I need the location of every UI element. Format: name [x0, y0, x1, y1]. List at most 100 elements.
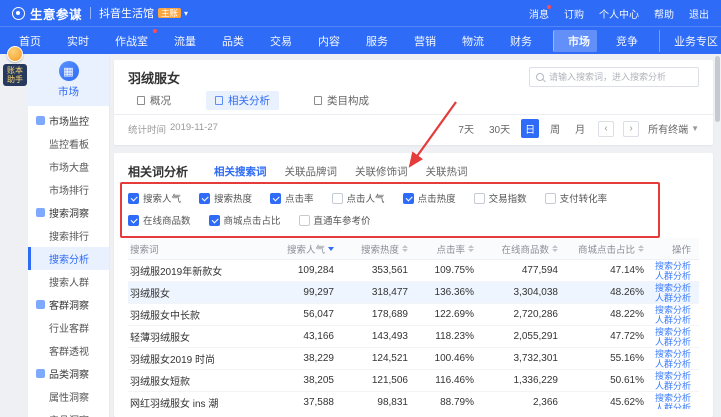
terminal-filter-dropdown[interactable]: 所有终端 ▼: [648, 121, 699, 136]
analysis-tab[interactable]: 关联修饰词: [355, 164, 408, 179]
sidebar-item[interactable]: 监控看板: [28, 132, 109, 155]
row-actions: 搜索分析 人群分析: [652, 393, 699, 410]
table-body: 羽绒服2019年新款女 109,284 353,561 109.75% 477,…: [128, 260, 699, 409]
shop-name[interactable]: 抖音生活馆: [99, 5, 154, 21]
search-analysis-link[interactable]: 搜索分析: [655, 283, 691, 293]
analysis-tab[interactable]: 关联品牌词: [285, 164, 338, 179]
table-row[interactable]: 轻薄羽绒服女 43,166 143,493 118.23% 2,055,291 …: [128, 326, 699, 348]
metric-checkbox[interactable]: 商城点击占比: [209, 213, 281, 227]
nav-item[interactable]: 作战室: [108, 30, 155, 52]
column-header[interactable]: 在线商品数: [482, 242, 566, 256]
table-row[interactable]: 网红羽绒服女 ins 潮 37,588 98,831 88.79% 2,366 …: [128, 392, 699, 409]
page-tab[interactable]: 相关分析: [206, 91, 279, 110]
crowd-analysis-link[interactable]: 人群分析: [655, 337, 691, 347]
nav-item[interactable]: 业务专区: [659, 30, 721, 52]
chevron-down-icon[interactable]: ▾: [184, 9, 188, 18]
column-header[interactable]: 搜索词: [128, 242, 268, 256]
page-tab[interactable]: 概况: [128, 91, 180, 110]
sidebar-item[interactable]: 搜索洞察: [28, 201, 109, 224]
metric-checkbox[interactable]: 点击人气: [332, 191, 385, 205]
date-range-button[interactable]: 月: [571, 119, 589, 138]
column-header[interactable]: 操作: [652, 242, 699, 256]
sidebar-item[interactable]: 行业客群: [28, 316, 109, 339]
date-range-button[interactable]: 日: [521, 119, 539, 138]
date-range-button[interactable]: 7天: [454, 119, 478, 138]
nav-item[interactable]: 内容: [311, 30, 347, 52]
topbar-link[interactable]: 帮助: [654, 6, 674, 21]
table-row[interactable]: 羽绒服女中长款 56,047 178,689 122.69% 2,720,286…: [128, 304, 699, 326]
search-analysis-link[interactable]: 搜索分析: [655, 327, 691, 337]
column-header[interactable]: 商城点击占比: [566, 242, 652, 256]
topbar-link[interactable]: 退出: [689, 6, 709, 21]
floating-assistant[interactable]: 账本助手: [2, 46, 28, 86]
nav-item[interactable]: 实时: [60, 30, 96, 52]
column-header[interactable]: 搜索热度: [342, 242, 416, 256]
analysis-tab[interactable]: 相关搜索词: [214, 164, 267, 179]
sidebar-item[interactable]: 搜索分析: [28, 247, 109, 270]
scrollbar-thumb[interactable]: [715, 56, 720, 122]
search-analysis-link[interactable]: 搜索分析: [655, 261, 691, 271]
crowd-analysis-link[interactable]: 人群分析: [655, 359, 691, 369]
crowd-analysis-link[interactable]: 人群分析: [655, 293, 691, 303]
metric-checkbox[interactable]: 直通车参考价: [299, 213, 371, 227]
crowd-analysis-link[interactable]: 人群分析: [655, 315, 691, 325]
table-row[interactable]: 羽绒服2019年新款女 109,284 353,561 109.75% 477,…: [128, 260, 699, 282]
nav-item[interactable]: 流量: [167, 30, 203, 52]
table-row[interactable]: 羽绒服女 99,297 318,477 136.36% 3,304,038 48…: [128, 282, 699, 304]
nav-item[interactable]: 品类: [215, 30, 251, 52]
prev-date-button[interactable]: ‹: [598, 121, 614, 137]
nav-item[interactable]: 营销: [407, 30, 443, 52]
sidebar-item[interactable]: 客群透视: [28, 339, 109, 362]
app-logo[interactable]: 生意参谋: [30, 4, 82, 23]
online-items-cell: 2,055,291: [482, 331, 566, 342]
sidebar-item[interactable]: 市场大盘: [28, 155, 109, 178]
analysis-tab[interactable]: 关联热词: [426, 164, 468, 179]
search-analysis-link[interactable]: 搜索分析: [655, 371, 691, 381]
module-switcher[interactable]: ▦ 市场: [28, 54, 109, 106]
sidebar-item-label: 市场大盘: [49, 159, 89, 174]
nav-item[interactable]: 服务: [359, 30, 395, 52]
sidebar-item[interactable]: 品类洞察: [28, 362, 109, 385]
sidebar-item[interactable]: 客群洞察: [28, 293, 109, 316]
sidebar-item-label: 搜索分析: [49, 251, 89, 266]
crowd-analysis-link[interactable]: 人群分析: [655, 381, 691, 391]
metric-checkbox[interactable]: 搜索人气: [128, 191, 181, 205]
sidebar-item[interactable]: 属性洞察: [28, 385, 109, 408]
next-date-button[interactable]: ›: [623, 121, 639, 137]
topbar-links: 消息订购个人中心帮助退出: [529, 6, 709, 21]
metric-checkbox[interactable]: 搜索热度: [199, 191, 252, 205]
search-analysis-link[interactable]: 搜索分析: [655, 305, 691, 315]
search-analysis-link[interactable]: 搜索分析: [655, 393, 691, 403]
topbar-link[interactable]: 消息: [529, 6, 549, 21]
crowd-analysis-link[interactable]: 人群分析: [655, 403, 691, 410]
metric-checkbox[interactable]: 交易指数: [474, 191, 527, 205]
metric-checkbox[interactable]: 点击率: [270, 191, 314, 205]
sidebar-item[interactable]: 市场监控: [28, 109, 109, 132]
nav-item[interactable]: 竞争: [609, 30, 645, 52]
column-header[interactable]: 点击率: [416, 242, 482, 256]
page-tab[interactable]: 类目构成: [305, 91, 378, 110]
nav-item[interactable]: 物流: [455, 30, 491, 52]
nav-item[interactable]: 交易: [263, 30, 299, 52]
sidebar-item[interactable]: 市场排行: [28, 178, 109, 201]
sidebar-item[interactable]: 产品洞察: [28, 408, 109, 417]
topbar-link[interactable]: 订购: [564, 6, 584, 21]
sidebar-item-label: 行业客群: [49, 320, 89, 335]
topbar-link[interactable]: 个人中心: [599, 6, 639, 21]
click-rate-cell: 100.46%: [416, 353, 482, 364]
date-range-button[interactable]: 30天: [485, 119, 514, 138]
date-range-button[interactable]: 周: [546, 119, 564, 138]
sidebar-item[interactable]: 搜索人群: [28, 270, 109, 293]
search-input[interactable]: [549, 72, 692, 82]
metric-checkbox[interactable]: 支付转化率: [545, 191, 608, 205]
table-row[interactable]: 羽绒服女短款 38,205 121,506 116.46% 1,336,229 …: [128, 370, 699, 392]
metric-checkbox[interactable]: 点击热度: [403, 191, 456, 205]
search-analysis-link[interactable]: 搜索分析: [655, 349, 691, 359]
nav-item[interactable]: 财务: [503, 30, 539, 52]
column-header[interactable]: 搜索人气: [268, 242, 342, 256]
nav-item[interactable]: 市场: [553, 30, 597, 52]
crowd-analysis-link[interactable]: 人群分析: [655, 271, 691, 281]
metric-checkbox[interactable]: 在线商品数: [128, 213, 191, 227]
table-row[interactable]: 羽绒服女2019 时尚 38,229 124,521 100.46% 3,732…: [128, 348, 699, 370]
sidebar-item[interactable]: 搜索排行: [28, 224, 109, 247]
